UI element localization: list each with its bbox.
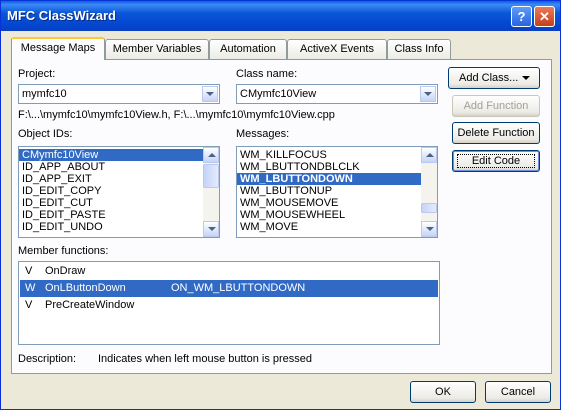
- scroll-thumb[interactable]: [203, 164, 219, 188]
- object-ids-label: Object IDs:: [18, 128, 73, 140]
- arrow-up-icon[interactable]: [203, 147, 219, 163]
- list-item[interactable]: WM_MOVE: [237, 221, 437, 233]
- window-title: MFC ClassWizard: [7, 8, 116, 23]
- messages-list[interactable]: WM_KILLFOCUS WM_LBUTTONDBLCLK WM_LBUTTON…: [236, 146, 438, 238]
- function-name: OnDraw: [45, 265, 86, 277]
- list-item[interactable]: ID_EDIT_COPY: [19, 185, 219, 197]
- list-item[interactable]: WM_KILLFOCUS: [237, 149, 437, 161]
- message-maps-panel: Project: mymfc10 Class name: CMymfc10Vie…: [11, 59, 552, 374]
- object-ids-scrollbar[interactable]: [203, 147, 219, 237]
- function-type: W: [25, 282, 36, 294]
- list-item[interactable]: WM_LBUTTONUP: [237, 185, 437, 197]
- arrow-down-icon[interactable]: [203, 221, 219, 237]
- chevron-down-icon: [522, 76, 530, 80]
- tab-member-variables[interactable]: Member Variables: [105, 39, 209, 59]
- delete-function-button[interactable]: Delete Function: [452, 122, 540, 144]
- project-label: Project:: [18, 68, 56, 80]
- list-item[interactable]: WM_MOUSEWHEEL: [237, 209, 437, 221]
- close-button[interactable]: ✕: [534, 6, 555, 27]
- member-functions-label: Member functions:: [18, 245, 109, 257]
- ok-button[interactable]: OK: [410, 381, 476, 403]
- list-item[interactable]: WM_MOUSEMOVE: [237, 197, 437, 209]
- project-value: mymfc10: [22, 88, 67, 100]
- project-combo[interactable]: mymfc10: [18, 84, 220, 104]
- function-name: PreCreateWindow: [45, 299, 135, 311]
- table-row[interactable]: V OnDraw: [20, 263, 438, 280]
- class-name-label: Class name:: [236, 68, 298, 80]
- chevron-down-icon[interactable]: [420, 86, 436, 102]
- add-class-label: Add Class...: [459, 72, 519, 84]
- add-class-button[interactable]: Add Class...: [448, 67, 540, 89]
- tab-automation[interactable]: Automation: [209, 39, 287, 59]
- cancel-button[interactable]: Cancel: [485, 381, 551, 403]
- messages-scrollbar[interactable]: [421, 147, 437, 237]
- tab-class-info[interactable]: Class Info: [387, 39, 451, 59]
- list-item[interactable]: WM_LBUTTONDOWN: [237, 173, 437, 185]
- table-row[interactable]: V PreCreateWindow: [20, 297, 438, 314]
- list-item[interactable]: ID_EDIT_CUT: [19, 197, 219, 209]
- add-function-button[interactable]: Add Function: [452, 95, 540, 117]
- edit-code-button[interactable]: Edit Code: [452, 150, 540, 172]
- help-button[interactable]: ?: [511, 6, 532, 27]
- arrow-up-icon[interactable]: [421, 147, 437, 163]
- messages-label: Messages:: [236, 128, 290, 140]
- table-row[interactable]: W OnLButtonDown ON_WM_LBUTTONDOWN: [20, 280, 438, 297]
- class-wizard-dialog: MFC ClassWizard ? ✕ Message Maps Member …: [0, 0, 561, 410]
- list-item[interactable]: ID_EDIT_UNDO: [19, 221, 219, 233]
- function-type: V: [25, 299, 33, 311]
- function-handler: ON_WM_LBUTTONDOWN: [171, 282, 306, 294]
- arrow-down-icon[interactable]: [421, 221, 437, 237]
- file-path-text: F:\...\mymfc10\mymfc10View.h, F:\...\mym…: [18, 109, 335, 121]
- object-ids-list[interactable]: CMymfc10View ID_APP_ABOUT ID_APP_EXIT ID…: [18, 146, 220, 238]
- description-label: Description:: [18, 353, 77, 365]
- list-item[interactable]: ID_EDIT_PASTE: [19, 209, 219, 221]
- tab-activex-events[interactable]: ActiveX Events: [287, 39, 387, 59]
- member-functions-list[interactable]: V OnDraw W OnLButtonDown ON_WM_LBUTTONDO…: [18, 261, 440, 345]
- list-item[interactable]: ID_APP_ABOUT: [19, 161, 219, 173]
- function-name: OnLButtonDown: [45, 282, 126, 294]
- focus-ring: [457, 154, 535, 168]
- chevron-down-icon[interactable]: [202, 86, 218, 102]
- scroll-thumb[interactable]: [421, 203, 437, 213]
- class-name-combo[interactable]: CMymfc10View: [236, 84, 438, 104]
- description-text: Indicates when left mouse button is pres…: [98, 353, 313, 365]
- list-item[interactable]: WM_LBUTTONDBLCLK: [237, 161, 437, 173]
- class-name-value: CMymfc10View: [240, 88, 317, 100]
- list-item[interactable]: CMymfc10View: [19, 149, 219, 161]
- list-item[interactable]: ID_APP_EXIT: [19, 173, 219, 185]
- title-bar[interactable]: MFC ClassWizard ? ✕: [1, 1, 560, 31]
- function-type: V: [25, 265, 33, 277]
- tab-message-maps[interactable]: Message Maps: [11, 37, 105, 60]
